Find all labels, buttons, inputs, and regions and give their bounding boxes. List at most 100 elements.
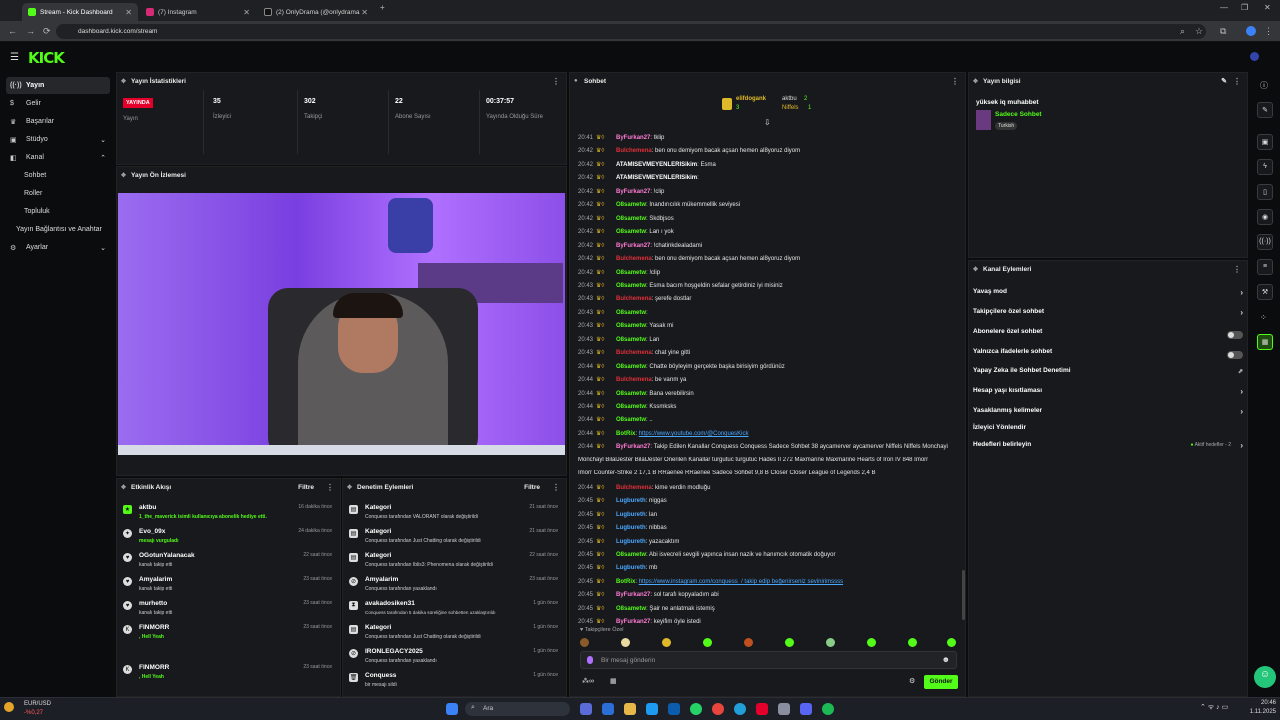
- message-user[interactable]: BotRix: [616, 431, 635, 437]
- spotify-icon[interactable]: [822, 703, 834, 715]
- sidebar-item-kanal[interactable]: ◧ Kanal ⌃: [6, 149, 110, 166]
- add-widget-icon[interactable]: ▦: [1257, 334, 1273, 350]
- emote-icon[interactable]: [662, 638, 671, 647]
- event-user[interactable]: avakadosiken31: [365, 600, 415, 607]
- message-user[interactable]: O8sametw: [616, 283, 646, 289]
- emote-icon[interactable]: [703, 638, 712, 647]
- tab-onlydrama[interactable]: (2) OnlyDrama (@onlydramaX) ✕: [258, 3, 374, 21]
- message-user[interactable]: O8sametw: [616, 229, 646, 235]
- sidebar-item-studyo[interactable]: ▣ Stüdyo ⌄: [6, 131, 110, 148]
- close-icon[interactable]: ✕: [243, 8, 250, 17]
- message-user[interactable]: Bulchemena: [616, 296, 652, 302]
- system-tray-icons[interactable]: ⌃ ᯤ ♪ ▭: [1200, 703, 1228, 712]
- emote-icon[interactable]: [744, 638, 753, 647]
- message-user[interactable]: Lugbureth: [616, 525, 646, 531]
- taskbar-search[interactable]: ⌕ Ara: [465, 702, 570, 716]
- chrome-icon[interactable]: [712, 703, 724, 715]
- back-icon[interactable]: ←: [8, 26, 17, 36]
- event-user[interactable]: FINMORR: [139, 664, 169, 671]
- message-user[interactable]: ByFurkan27: [616, 444, 650, 450]
- bookmark-star-icon[interactable]: ☆: [1195, 26, 1203, 37]
- phone-icon[interactable]: ▯: [1257, 184, 1273, 200]
- chat-input[interactable]: Bir mesaj gönderin ☻: [580, 651, 957, 669]
- more-icon[interactable]: ⋮: [326, 483, 334, 492]
- message-user[interactable]: Lugbureth: [616, 539, 646, 545]
- settings-app-icon[interactable]: [778, 703, 790, 715]
- store-icon[interactable]: [668, 703, 680, 715]
- profile-avatar[interactable]: [1246, 26, 1256, 36]
- category-link[interactable]: Sadece Sohbet: [995, 111, 1042, 118]
- discord-icon[interactable]: [800, 703, 812, 715]
- message-user[interactable]: BotRix: [616, 579, 635, 585]
- lightning-icon[interactable]: ϟ: [1257, 159, 1273, 175]
- sidebar-item-basarilar[interactable]: ♛ Başarılar: [6, 113, 110, 130]
- close-icon[interactable]: ✕: [361, 8, 368, 17]
- telegram-icon[interactable]: [734, 703, 746, 715]
- action-goals[interactable]: Hedefleri belirleyin ● Aktif hedefler - 2…: [973, 441, 1245, 457]
- user-avatar[interactable]: [1250, 52, 1259, 61]
- minimize-icon[interactable]: —: [1220, 3, 1228, 12]
- message-user[interactable]: Lugbureth: [616, 512, 646, 518]
- chat-bubble-icon[interactable]: ◉: [1257, 209, 1273, 225]
- action-banned-words[interactable]: Yasaklanmış kelimeler ›: [973, 407, 1245, 423]
- message-user[interactable]: O8sametw: [616, 310, 646, 316]
- filter-button[interactable]: Filtre: [524, 484, 540, 491]
- sidebar-item-topluluk[interactable]: Topluluk: [6, 203, 110, 220]
- action-host[interactable]: İzleyici Yönlendir: [973, 424, 1245, 440]
- emote-icon[interactable]: [785, 638, 794, 647]
- whatsapp-icon[interactable]: [690, 703, 702, 715]
- message-user[interactable]: O8sametw: [616, 391, 646, 397]
- close-window-icon[interactable]: ✕: [1264, 3, 1271, 12]
- message-user[interactable]: O8sametw: [616, 404, 646, 410]
- message-user[interactable]: O8sametw: [616, 216, 646, 222]
- kick-logo[interactable]: KICK: [28, 49, 65, 67]
- zoom-icon[interactable]: ⌕: [1180, 26, 1185, 37]
- sidebar-item-stream-key[interactable]: Yayın Bağlantısı ve Anahtar: [6, 221, 110, 238]
- chat-scrollbar[interactable]: [962, 570, 965, 620]
- message-user[interactable]: ByFurkan27: [616, 592, 650, 598]
- emote-icon[interactable]: [580, 638, 589, 647]
- tab-kick-dashboard[interactable]: Stream - Kick Dashboard ✕: [22, 3, 138, 21]
- send-button[interactable]: Gönder: [924, 675, 958, 689]
- message-user[interactable]: ByFurkan27: [616, 189, 650, 195]
- drag-handle-icon[interactable]: ✥: [121, 78, 126, 85]
- pin-arrow-icon[interactable]: ⇩: [764, 118, 771, 127]
- forward-icon[interactable]: →: [26, 26, 35, 36]
- more-icon[interactable]: ⋮: [552, 483, 560, 492]
- more-icon[interactable]: ⋮: [1233, 77, 1241, 86]
- edit-pencil-icon[interactable]: ✎: [1221, 77, 1227, 85]
- message-user[interactable]: ATAMISEVMEYENLERISikim: [616, 175, 697, 181]
- close-icon[interactable]: ✕: [125, 8, 132, 17]
- stream-preview-video[interactable]: [118, 193, 565, 451]
- menu-dots-icon[interactable]: ⋮: [1264, 26, 1273, 37]
- sidebar-item-ayarlar[interactable]: ⚙ Ayarlar ⌄: [6, 239, 110, 256]
- event-user[interactable]: Amyalarim: [365, 576, 398, 583]
- event-user[interactable]: murhetto: [139, 600, 167, 607]
- event-user[interactable]: aktbu: [139, 504, 156, 511]
- filter-button[interactable]: Filtre: [298, 484, 314, 491]
- message-user[interactable]: O8sametw: [616, 606, 646, 612]
- drag-handle-icon[interactable]: ✥: [121, 484, 126, 491]
- sidebar-item-gelir[interactable]: $ Gelir: [6, 95, 110, 112]
- ticker-label[interactable]: EUR/USD: [24, 701, 51, 707]
- emotes-only-toggle[interactable]: [1227, 351, 1243, 359]
- emote-icon[interactable]: [621, 638, 630, 647]
- event-user[interactable]: Amyalarim: [139, 576, 172, 583]
- drag-handle-icon[interactable]: ✥: [347, 484, 352, 491]
- message-user[interactable]: Lugbureth: [616, 498, 646, 504]
- info-icon[interactable]: ⓘ: [1260, 80, 1268, 91]
- action-followers-only[interactable]: Takipçilere özel sohbet ›: [973, 308, 1245, 324]
- sidebar-item-yayin[interactable]: ((·)) Yayın: [6, 77, 110, 94]
- sidebar-item-sohbet[interactable]: Sohbet: [6, 167, 110, 184]
- more-icon[interactable]: ⋮: [552, 77, 560, 86]
- event-user[interactable]: IRONLEGACY2025: [365, 648, 423, 655]
- settings-dots-icon[interactable]: ⁂∞: [582, 677, 594, 685]
- emote-icon[interactable]: [826, 638, 835, 647]
- clock-date[interactable]: 1.11.2025: [1240, 709, 1276, 715]
- extensions-icon[interactable]: ⧉: [1220, 26, 1226, 37]
- message-user[interactable]: O8sametw: [616, 323, 646, 329]
- message-text[interactable]: https://www.instagram.com/conquess_/ tak…: [639, 579, 843, 585]
- event-user[interactable]: OGotunYalanacak: [139, 552, 195, 559]
- message-user[interactable]: ATAMISEVMEYENLERISikim: [616, 162, 697, 168]
- app-icon[interactable]: [602, 703, 614, 715]
